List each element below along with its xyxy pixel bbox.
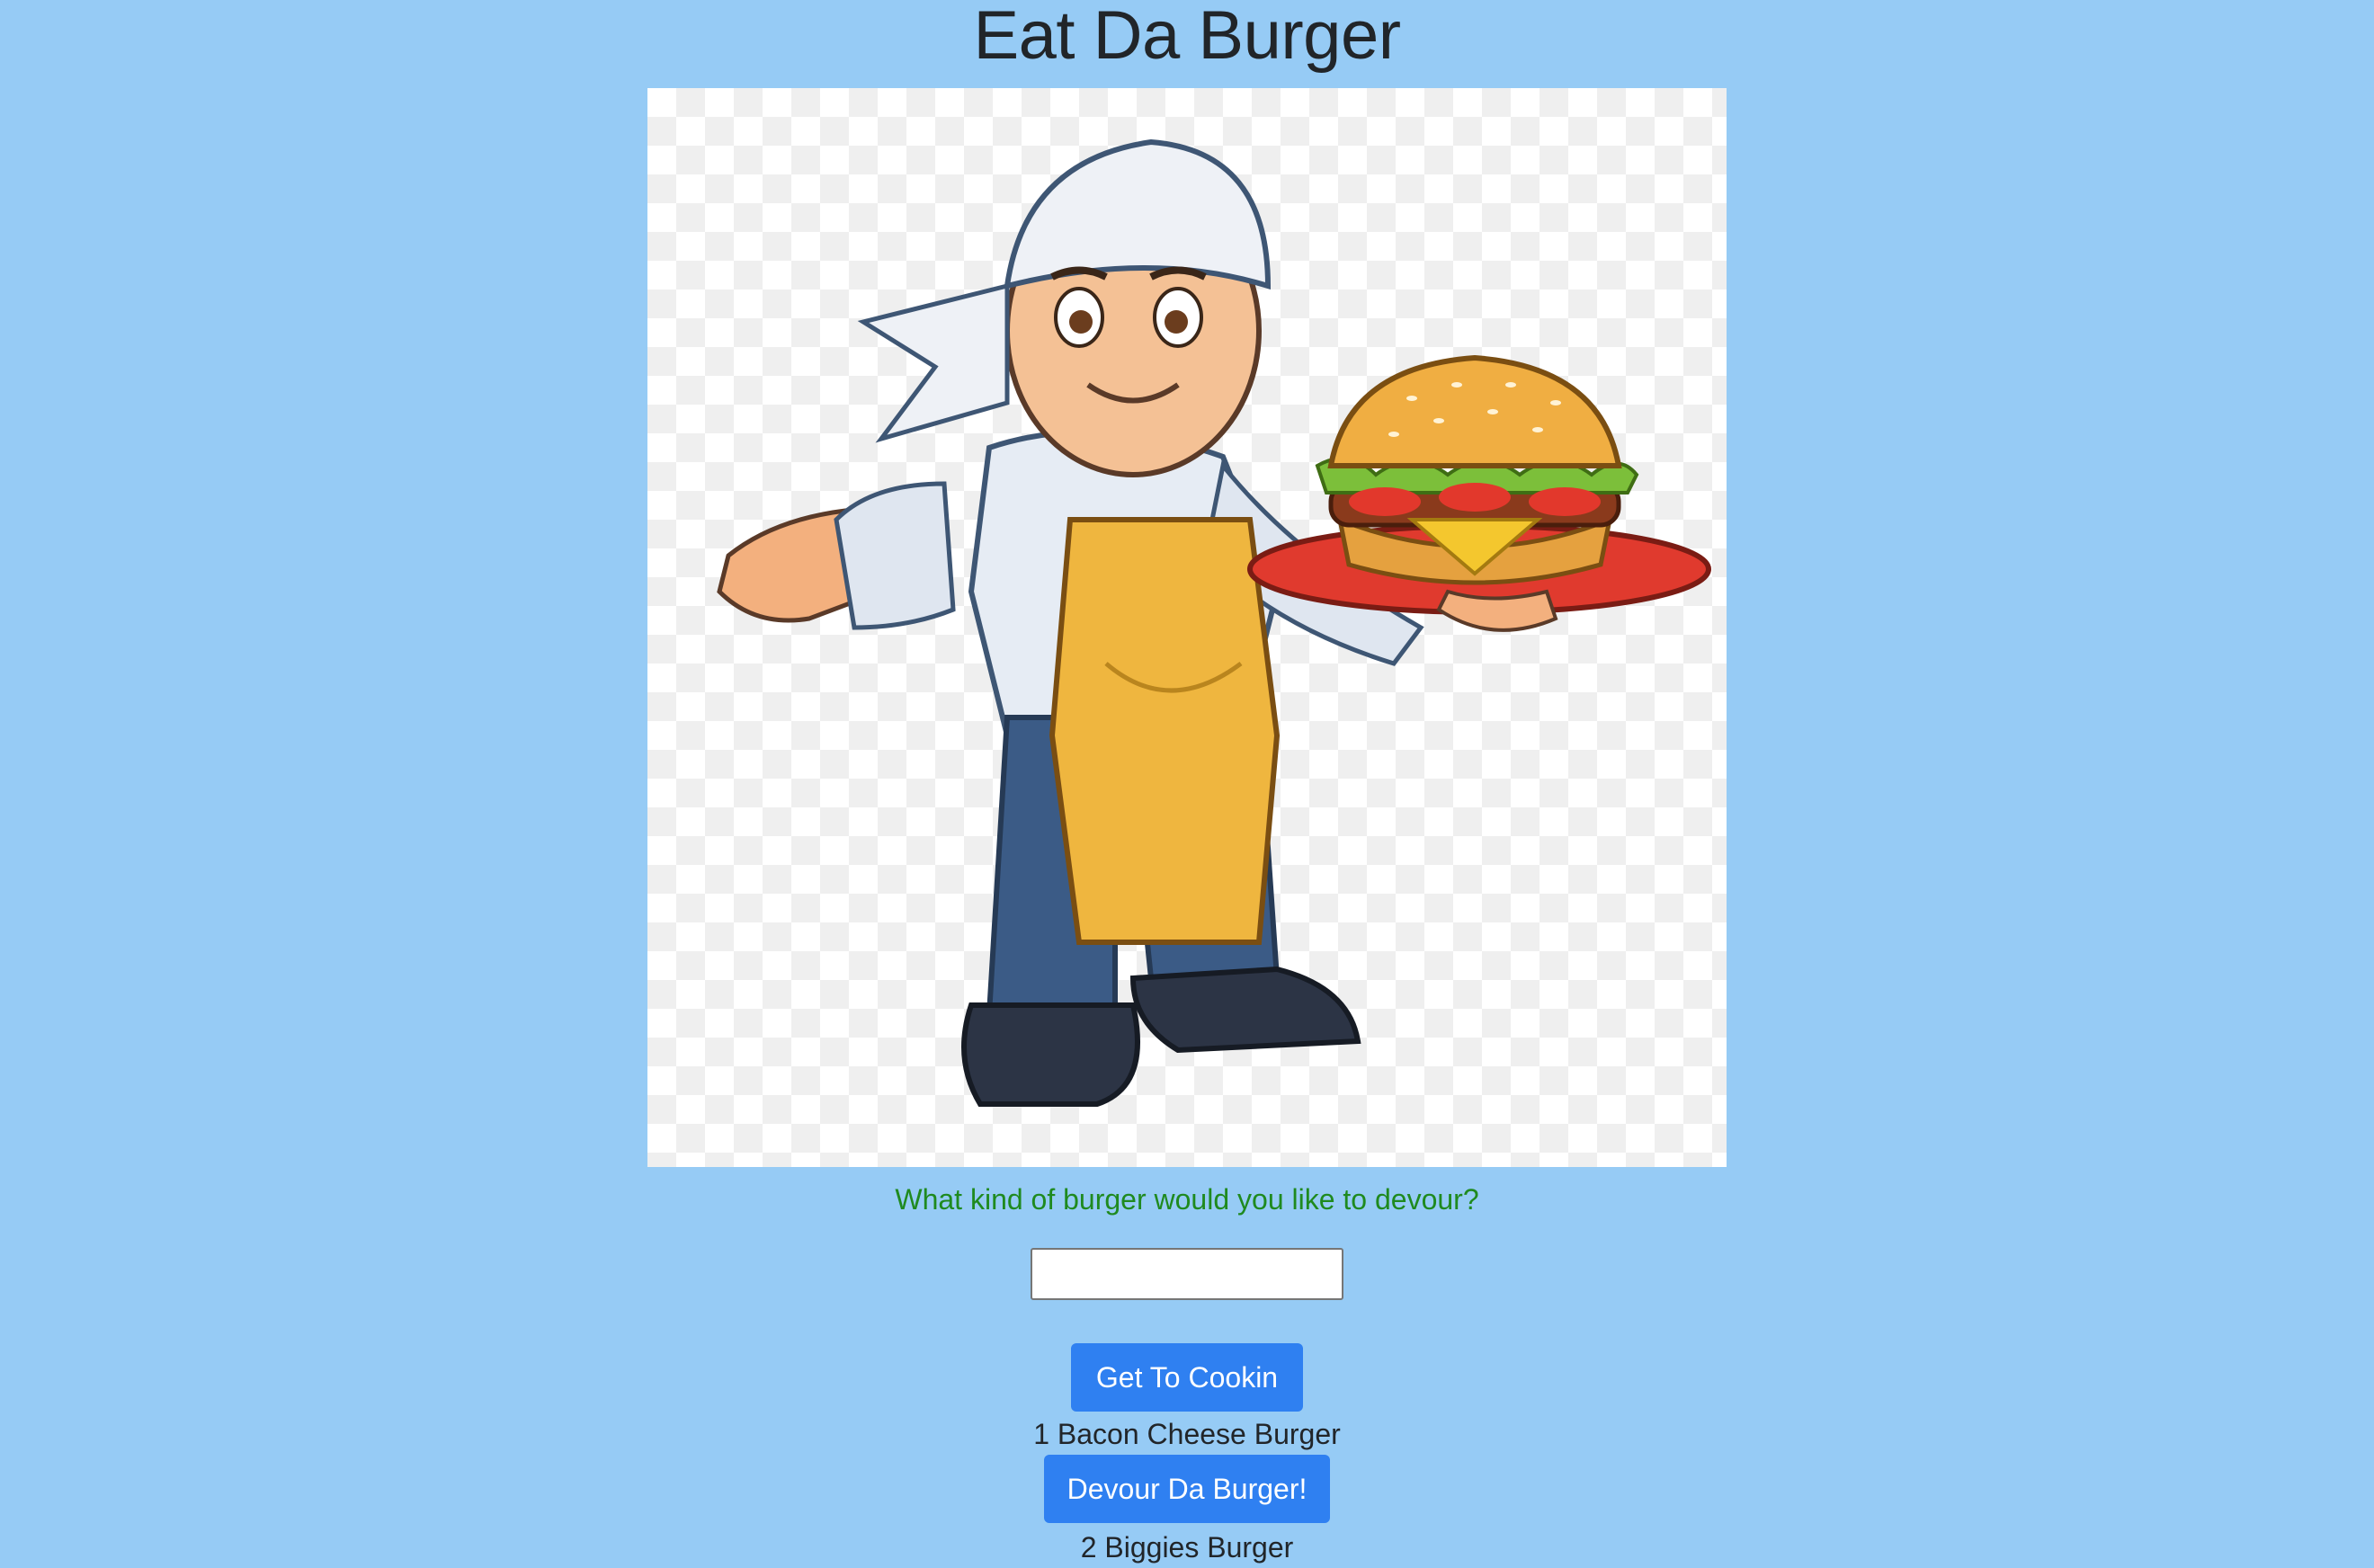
burger-list-item: 1 Bacon Cheese Burger <box>1033 1418 1341 1450</box>
page-container: Eat Da Burger What kind of burger would … <box>0 0 2374 1568</box>
chef-burger-image <box>647 88 1727 1167</box>
burger-prompt-label: What kind of burger would you like to de… <box>895 1183 1479 1216</box>
chef-illustration <box>717 138 1711 1107</box>
get-to-cookin-button[interactable]: Get To Cookin <box>1071 1343 1303 1412</box>
burger-list-item: 2 Biggies Burger <box>1080 1531 1294 1564</box>
page-title: Eat Da Burger <box>973 0 1401 74</box>
burger-name-input[interactable] <box>1031 1248 1343 1300</box>
devour-burger-button[interactable]: Devour Da Burger! <box>1044 1455 1330 1523</box>
